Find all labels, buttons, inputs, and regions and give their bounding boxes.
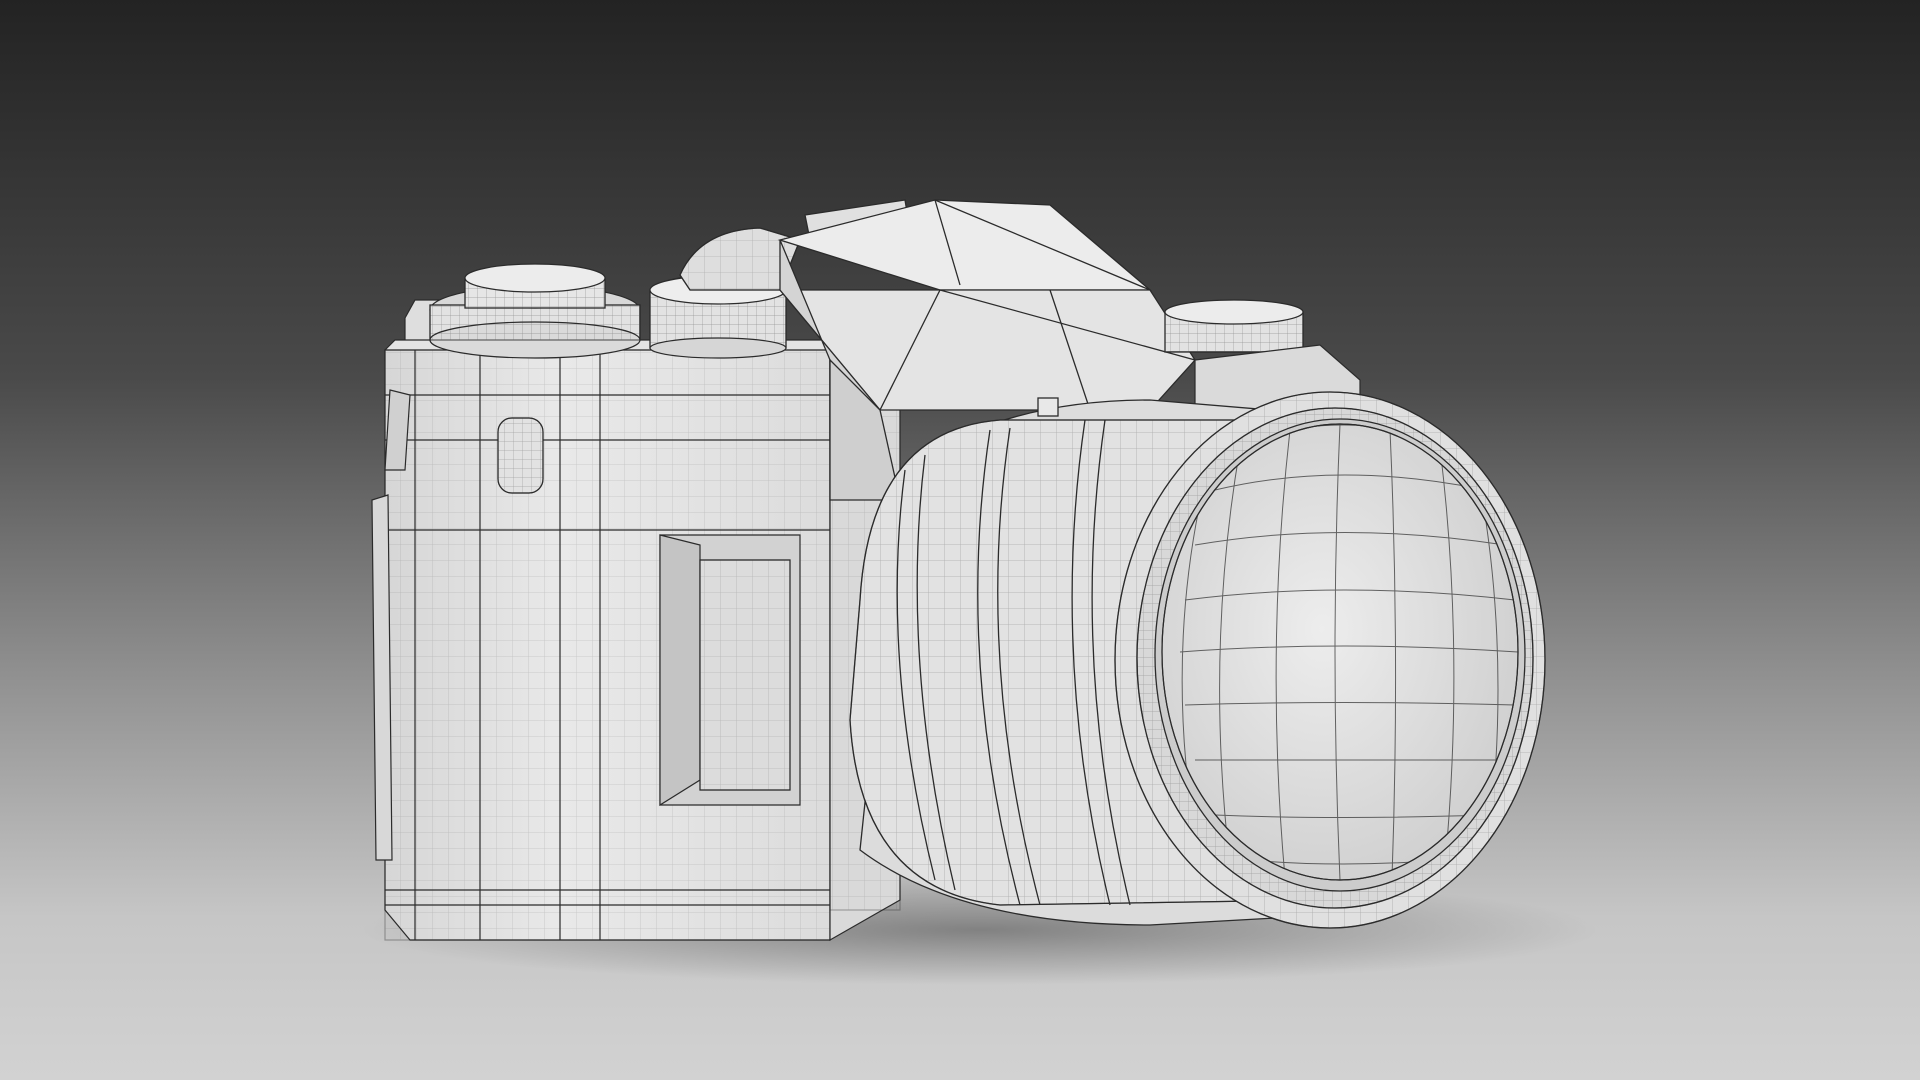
render-viewport bbox=[0, 0, 1920, 1080]
lens-front-element bbox=[1161, 423, 1519, 881]
grip-recess bbox=[659, 534, 801, 807]
self-timer-lever bbox=[497, 417, 544, 494]
camera-body bbox=[371, 299, 901, 942]
camera-render bbox=[0, 0, 1920, 1080]
